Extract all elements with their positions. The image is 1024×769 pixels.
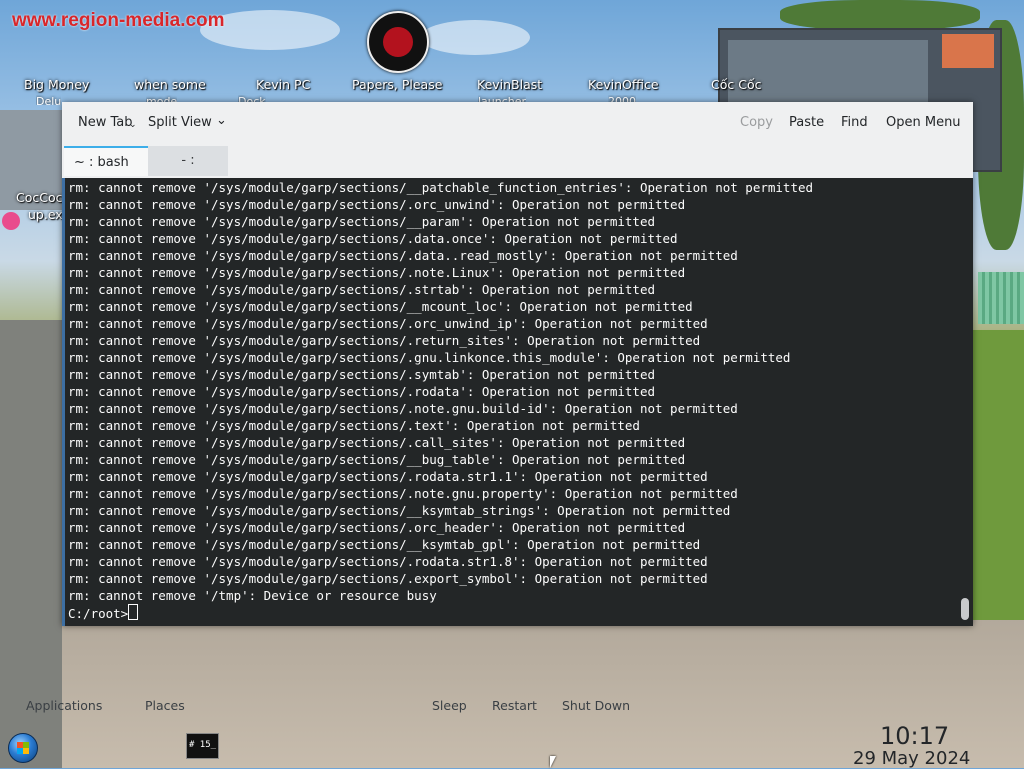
desktop-icon-papers-please[interactable]: Papers, Please [352,77,442,92]
terminal-output-line: rm: cannot remove '/sys/module/garp/sect… [68,299,693,314]
places-menu[interactable]: Places [145,698,185,713]
tab-second[interactable]: - : [148,146,228,176]
start-menu-icon[interactable] [8,733,38,763]
terminal-output-line: rm: cannot remove '/sys/module/garp/sect… [68,537,701,552]
terminal-output-line: rm: cannot remove '/sys/module/garp/sect… [68,214,655,229]
new-tab-dropdown-icon[interactable]: ⌄ [129,120,137,130]
coccoc-setup-label-1: CocCoc [16,190,63,205]
terminal-output-line: rm: cannot remove '/sys/module/garp/sect… [68,418,640,433]
restart-button[interactable]: Restart [492,698,537,713]
background-grass [972,330,1024,620]
terminal-output-line: rm: cannot remove '/sys/module/garp/sect… [68,197,686,212]
terminal-lines: rm: cannot remove '/sys/module/garp/sect… [68,179,813,621]
terminal-output-line: rm: cannot remove '/sys/module/garp/sect… [68,452,686,467]
desktop-icon-big-money-sub: Delu [36,95,62,105]
terminal-output-line: rm: cannot remove '/sys/module/garp/sect… [68,265,686,280]
terminal-tab-bar: ~ : bash - : [62,144,973,179]
clock-date: 29 May 2024 [853,748,971,769]
mouse-pointer-icon [550,756,556,768]
terminal-output-line: rm: cannot remove '/sys/module/garp/sect… [68,367,655,382]
terminal-output-line: rm: cannot remove '/sys/module/garp/sect… [68,384,655,399]
split-view-button[interactable]: Split View [148,115,212,130]
desktop-icon-kevin-pc[interactable]: Kevin PC [256,77,310,92]
find-button[interactable]: Find [841,115,868,130]
terminal-output-line: rm: cannot remove '/sys/module/garp/sect… [68,554,708,569]
terminal-prompt-line[interactable]: C:/root> [68,604,813,621]
new-tab-button[interactable]: New Tab [78,115,133,130]
terminal-output-line: rm: cannot remove '/sys/module/garp/sect… [68,469,708,484]
clock-time: 10:17 [880,722,950,750]
terminal-output-line: rm: cannot remove '/sys/module/garp/sect… [68,231,678,246]
terminal-output-line: rm: cannot remove '/sys/module/garp/sect… [68,248,738,263]
split-view-chevron-down-icon[interactable]: ⌄ [216,113,227,128]
background-tree [780,0,980,30]
terminal-output-line: rm: cannot remove '/tmp': Device or reso… [68,588,437,603]
background-fence [978,272,1024,324]
terminal-output-line: rm: cannot remove '/sys/module/garp/sect… [68,180,814,195]
terminal-output-line: rm: cannot remove '/sys/module/garp/sect… [68,282,655,297]
terminal-output[interactable]: rm: cannot remove '/sys/module/garp/sect… [62,178,973,626]
papers-please-icon[interactable] [367,11,429,73]
terminal-output-line: rm: cannot remove '/sys/module/garp/sect… [68,486,738,501]
copy-button[interactable]: Copy [740,115,773,130]
background-cloud [420,20,530,55]
terminal-output-line: rm: cannot remove '/sys/module/garp/sect… [68,520,686,535]
terminal-scrollbar[interactable] [961,598,969,620]
terminal-output-line: rm: cannot remove '/sys/module/garp/sect… [68,571,708,586]
terminal-toolbar: New Tab ⌄ Split View ⌄ Copy Paste Find O… [62,102,973,144]
terminal-output-line: rm: cannot remove '/sys/module/garp/sect… [68,350,791,365]
terminal-cursor [128,604,139,620]
terminal-window[interactable]: New Tab ⌄ Split View ⌄ Copy Paste Find O… [62,102,973,626]
desktop-icon-kevinblast[interactable]: KevinBlast [477,77,542,92]
terminal-prompt: C:/root> [68,606,129,621]
desktop-icon-big-money[interactable]: Big Money [24,77,89,92]
taskbar-terminal-icon[interactable]: # 15_ [186,733,219,759]
sleep-button[interactable]: Sleep [432,698,467,713]
terminal-output-line: rm: cannot remove '/sys/module/garp/sect… [68,333,701,348]
shut-down-button[interactable]: Shut Down [562,698,630,713]
desktop-icon-when-some[interactable]: when some [134,77,206,92]
watermark-text: www.region-media.com [12,10,225,31]
terminal-output-line: rm: cannot remove '/sys/module/garp/sect… [68,401,738,416]
desktop-icon-kevinoffice[interactable]: KevinOffice [588,77,659,92]
terminal-output-line: rm: cannot remove '/sys/module/garp/sect… [68,435,686,450]
terminal-output-line: rm: cannot remove '/sys/module/garp/sect… [68,503,731,518]
terminal-output-line: rm: cannot remove '/sys/module/garp/sect… [68,316,708,331]
applications-menu[interactable]: Applications [26,698,102,713]
desktop-icon-coc-coc[interactable]: Cốc Cốc [711,77,761,92]
coccoc-setup-icon[interactable] [2,212,20,230]
paste-button[interactable]: Paste [789,115,824,130]
open-menu-button[interactable]: Open Menu [886,115,961,130]
tab-bash[interactable]: ~ : bash [64,146,148,176]
